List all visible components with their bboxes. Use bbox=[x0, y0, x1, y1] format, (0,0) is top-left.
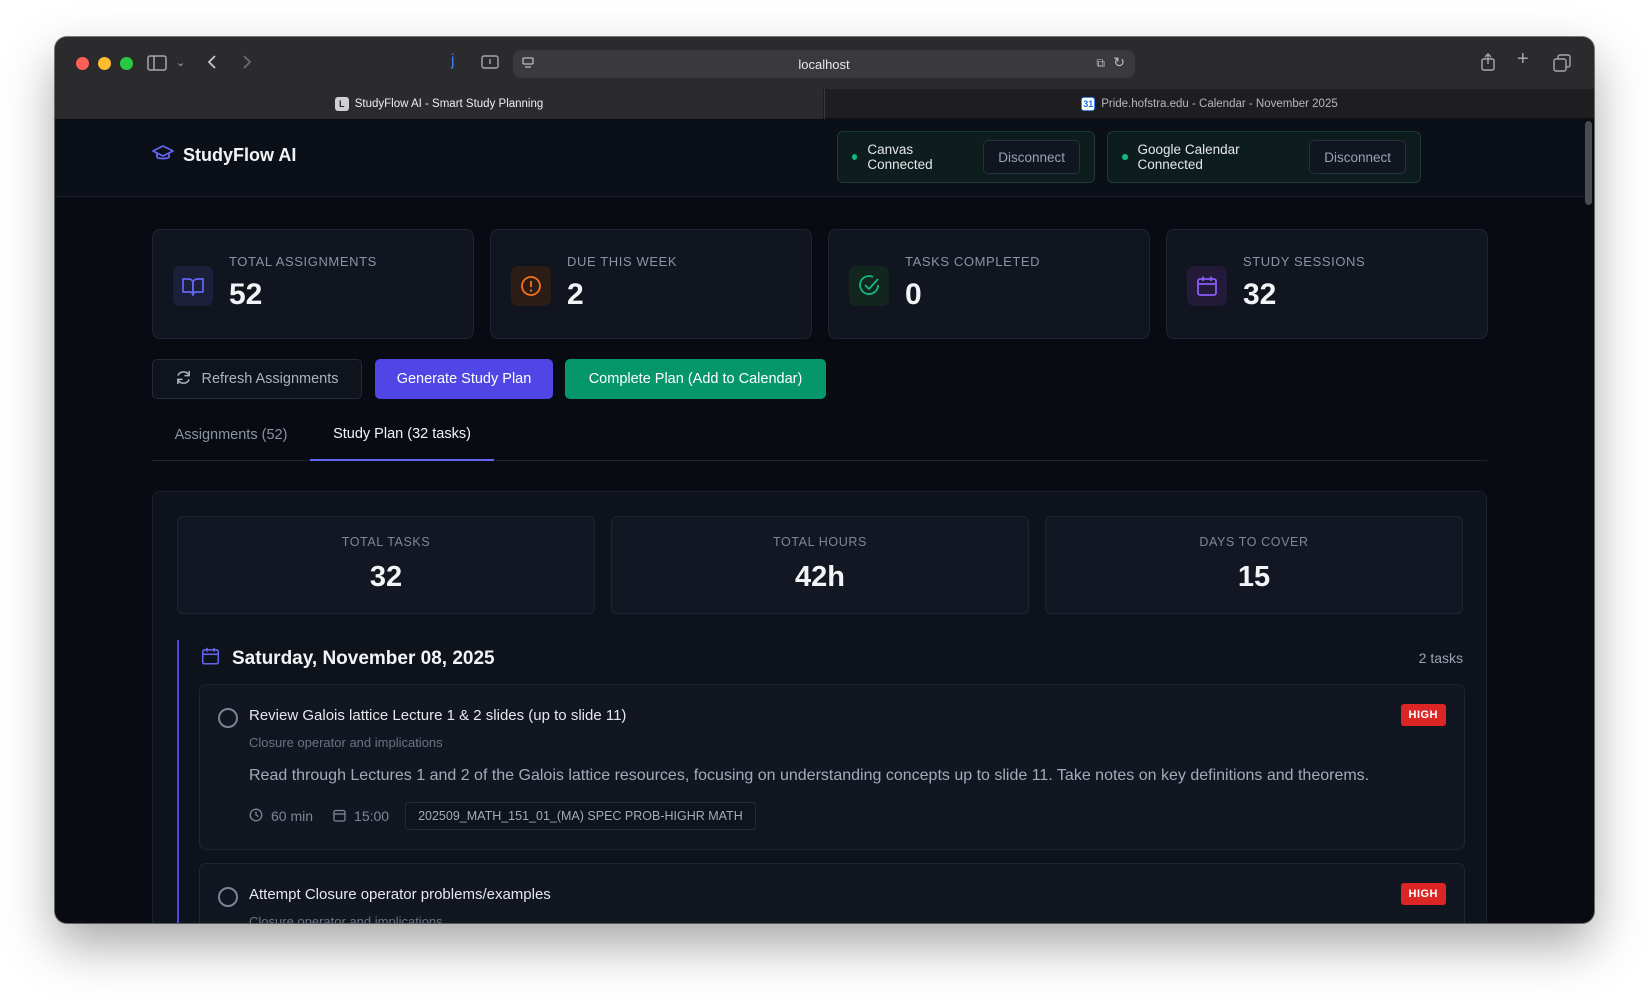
priority-badge: HIGH bbox=[1400, 883, 1446, 905]
studyflow-favicon-icon: L bbox=[334, 97, 349, 111]
gcal-disconnect-button[interactable]: Disconnect bbox=[1309, 140, 1406, 174]
extension-icon[interactable]: j bbox=[451, 53, 455, 69]
task-checkbox[interactable] bbox=[218, 887, 238, 907]
calendar-icon bbox=[201, 646, 220, 671]
address-bar[interactable]: localhost ⧉ ↻ bbox=[513, 50, 1135, 78]
gcal-status-label: Google Calendar Connected bbox=[1137, 142, 1240, 172]
chevron-down-icon[interactable]: ⌄ bbox=[176, 55, 185, 71]
clock-icon bbox=[249, 808, 263, 825]
stat-value: 2 bbox=[567, 278, 584, 311]
stat-label: TOTAL ASSIGNMENTS bbox=[229, 254, 377, 269]
tab-title: Pride.hofstra.edu - Calendar - November … bbox=[1101, 98, 1338, 110]
url-text: localhost bbox=[798, 56, 850, 72]
google-calendar-connection: Google Calendar Connected Disconnect bbox=[1107, 131, 1421, 183]
generate-study-plan-button[interactable]: Generate Study Plan bbox=[375, 359, 553, 399]
book-icon bbox=[173, 266, 213, 306]
new-tab-icon[interactable]: + bbox=[1517, 49, 1529, 69]
tab-strip: L StudyFlow AI - Smart Study Planning 31… bbox=[55, 89, 1594, 119]
graduation-cap-icon bbox=[152, 144, 174, 167]
canvas-connection: Canvas Connected Disconnect bbox=[837, 131, 1095, 183]
window-controls bbox=[76, 57, 133, 70]
reader-icon[interactable] bbox=[481, 54, 499, 74]
summary-label: DAYS TO COVER bbox=[1199, 535, 1309, 549]
summary-label: TOTAL HOURS bbox=[773, 535, 867, 549]
check-circle-icon bbox=[849, 266, 889, 306]
canvas-status-label: Canvas Connected bbox=[867, 142, 933, 172]
refresh-icon bbox=[175, 369, 192, 390]
task-title: Review Galois lattice Lecture 1 & 2 slid… bbox=[249, 707, 627, 724]
day-title: Saturday, November 08, 2025 bbox=[232, 647, 495, 669]
browser-toolbar: ⌄ j localhost ⧉ ↻ + bbox=[55, 37, 1594, 89]
browser-tab-studyflow[interactable]: L StudyFlow AI - Smart Study Planning bbox=[55, 89, 823, 119]
task-meta: 60 min 15:00 202509_MATH_151_01_(MA) SPE… bbox=[249, 802, 756, 830]
summary-value: 42h bbox=[795, 561, 845, 593]
back-icon[interactable] bbox=[206, 54, 218, 74]
task-title: Attempt Closure operator problems/exampl… bbox=[249, 886, 551, 903]
complete-plan-button[interactable]: Complete Plan (Add to Calendar) bbox=[565, 359, 826, 399]
summary-total-hours: TOTAL HOURS 42h bbox=[611, 516, 1029, 614]
summary-total-tasks: TOTAL TASKS 32 bbox=[177, 516, 595, 614]
sidebar-toggle-icon[interactable] bbox=[147, 55, 167, 75]
summary-label: TOTAL TASKS bbox=[341, 535, 431, 549]
calendar-icon bbox=[333, 808, 346, 825]
app-header: StudyFlow AI Canvas Connected Disconnect… bbox=[55, 119, 1585, 197]
task-subtitle: Closure operator and implications bbox=[249, 914, 443, 923]
canvas-disconnect-button[interactable]: Disconnect bbox=[983, 140, 1080, 174]
stat-value: 32 bbox=[1243, 278, 1277, 311]
stat-tasks-completed: TASKS COMPLETED 0 bbox=[828, 229, 1150, 339]
status-dot bbox=[852, 154, 858, 160]
course-chip: 202509_MATH_151_01_(MA) SPEC PROB-HIGHR … bbox=[405, 802, 756, 830]
task-card: Attempt Closure operator problems/exampl… bbox=[199, 863, 1465, 923]
refresh-label: Refresh Assignments bbox=[201, 371, 339, 387]
summary-value: 15 bbox=[1237, 561, 1271, 593]
brand[interactable]: StudyFlow AI bbox=[152, 144, 296, 167]
study-plan-panel: TOTAL TASKS 32 TOTAL HOURS 42h DAYS TO C… bbox=[152, 491, 1487, 923]
close-window-button[interactable] bbox=[76, 57, 89, 70]
stat-study-sessions: STUDY SESSIONS 32 bbox=[1166, 229, 1488, 339]
alert-circle-icon bbox=[511, 266, 551, 306]
translate-icon[interactable]: ⧉ bbox=[1096, 56, 1105, 71]
forward-icon[interactable] bbox=[241, 54, 253, 74]
priority-badge: HIGH bbox=[1400, 704, 1446, 726]
content-tabs: Assignments (52) Study Plan (32 tasks) bbox=[152, 409, 1487, 461]
zoom-window-button[interactable] bbox=[120, 57, 133, 70]
task-card: Review Galois lattice Lecture 1 & 2 slid… bbox=[199, 684, 1465, 850]
stat-label: STUDY SESSIONS bbox=[1243, 254, 1366, 269]
app-page: StudyFlow AI Canvas Connected Disconnect… bbox=[55, 119, 1594, 923]
tab-title: StudyFlow AI - Smart Study Planning bbox=[354, 98, 544, 110]
tab-study-plan[interactable]: Study Plan (32 tasks) bbox=[310, 409, 494, 461]
minimize-window-button[interactable] bbox=[98, 57, 111, 70]
task-checkbox[interactable] bbox=[218, 708, 238, 728]
page-scrollbar[interactable] bbox=[1585, 121, 1592, 205]
stat-label: TASKS COMPLETED bbox=[905, 254, 1041, 269]
stat-total-assignments: TOTAL ASSIGNMENTS 52 bbox=[152, 229, 474, 339]
summary-days-to-cover: DAYS TO COVER 15 bbox=[1045, 516, 1463, 614]
day-task-count: 2 tasks bbox=[1418, 650, 1463, 666]
tab-assignments[interactable]: Assignments (52) bbox=[152, 409, 310, 461]
stat-label: DUE THIS WEEK bbox=[567, 254, 678, 269]
task-subtitle: Closure operator and implications bbox=[249, 735, 443, 750]
stat-due-this-week: DUE THIS WEEK 2 bbox=[490, 229, 812, 339]
page-settings-icon[interactable] bbox=[521, 56, 535, 73]
refresh-assignments-button[interactable]: Refresh Assignments bbox=[152, 359, 362, 399]
share-icon[interactable] bbox=[1480, 53, 1496, 75]
task-time: 15:00 bbox=[354, 808, 390, 824]
task-description: Read through Lectures 1 and 2 of the Gal… bbox=[249, 767, 1370, 784]
status-dot bbox=[1122, 154, 1128, 160]
stat-value: 0 bbox=[905, 278, 922, 311]
browser-tab-calendar[interactable]: 31 Pride.hofstra.edu - Calendar - Novemb… bbox=[824, 89, 1594, 119]
stat-value: 52 bbox=[229, 278, 263, 311]
day-group: Saturday, November 08, 2025 2 tasks Revi… bbox=[177, 640, 1465, 923]
calendar-icon bbox=[1187, 266, 1227, 306]
task-duration: 60 min bbox=[271, 808, 314, 824]
brand-name: StudyFlow AI bbox=[183, 145, 297, 165]
google-calendar-favicon-icon: 31 bbox=[1081, 97, 1096, 111]
summary-value: 32 bbox=[369, 561, 403, 593]
reload-icon[interactable]: ↻ bbox=[1113, 54, 1125, 71]
tab-overview-icon[interactable] bbox=[1553, 54, 1571, 76]
browser-window: ⌄ j localhost ⧉ ↻ + L StudyFlow AI - Sma… bbox=[55, 37, 1594, 923]
day-header: Saturday, November 08, 2025 bbox=[201, 646, 495, 671]
